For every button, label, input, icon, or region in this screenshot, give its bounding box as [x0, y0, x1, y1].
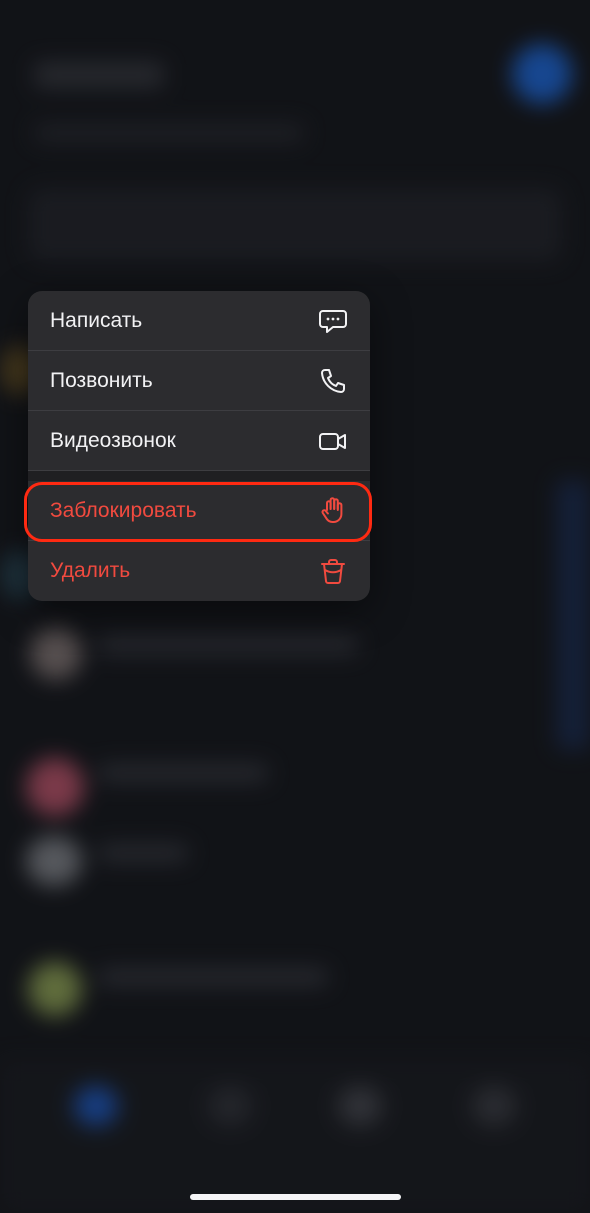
menu-item-video-call[interactable]: Видеозвонок	[28, 411, 370, 471]
menu-separator	[28, 471, 370, 481]
video-icon	[318, 426, 348, 456]
menu-item-label: Заблокировать	[50, 498, 197, 522]
menu-item-label: Написать	[50, 308, 143, 332]
message-icon	[318, 306, 348, 336]
home-indicator[interactable]	[190, 1194, 401, 1200]
menu-item-call[interactable]: Позвонить	[28, 351, 370, 411]
phone-icon	[318, 366, 348, 396]
menu-item-label: Видеозвонок	[50, 428, 176, 452]
trash-icon	[318, 556, 348, 586]
menu-item-block[interactable]: Заблокировать	[28, 481, 370, 541]
menu-item-label: Удалить	[50, 559, 131, 582]
menu-item-write[interactable]: Написать	[28, 291, 370, 351]
contact-context-menu: Написать Позвонить Видеозвонок Заблокиро…	[28, 291, 370, 601]
menu-item-delete[interactable]: Удалить	[28, 541, 370, 601]
hand-icon	[318, 496, 348, 526]
menu-item-label: Позвонить	[50, 368, 153, 392]
dim-overlay	[0, 0, 590, 1213]
